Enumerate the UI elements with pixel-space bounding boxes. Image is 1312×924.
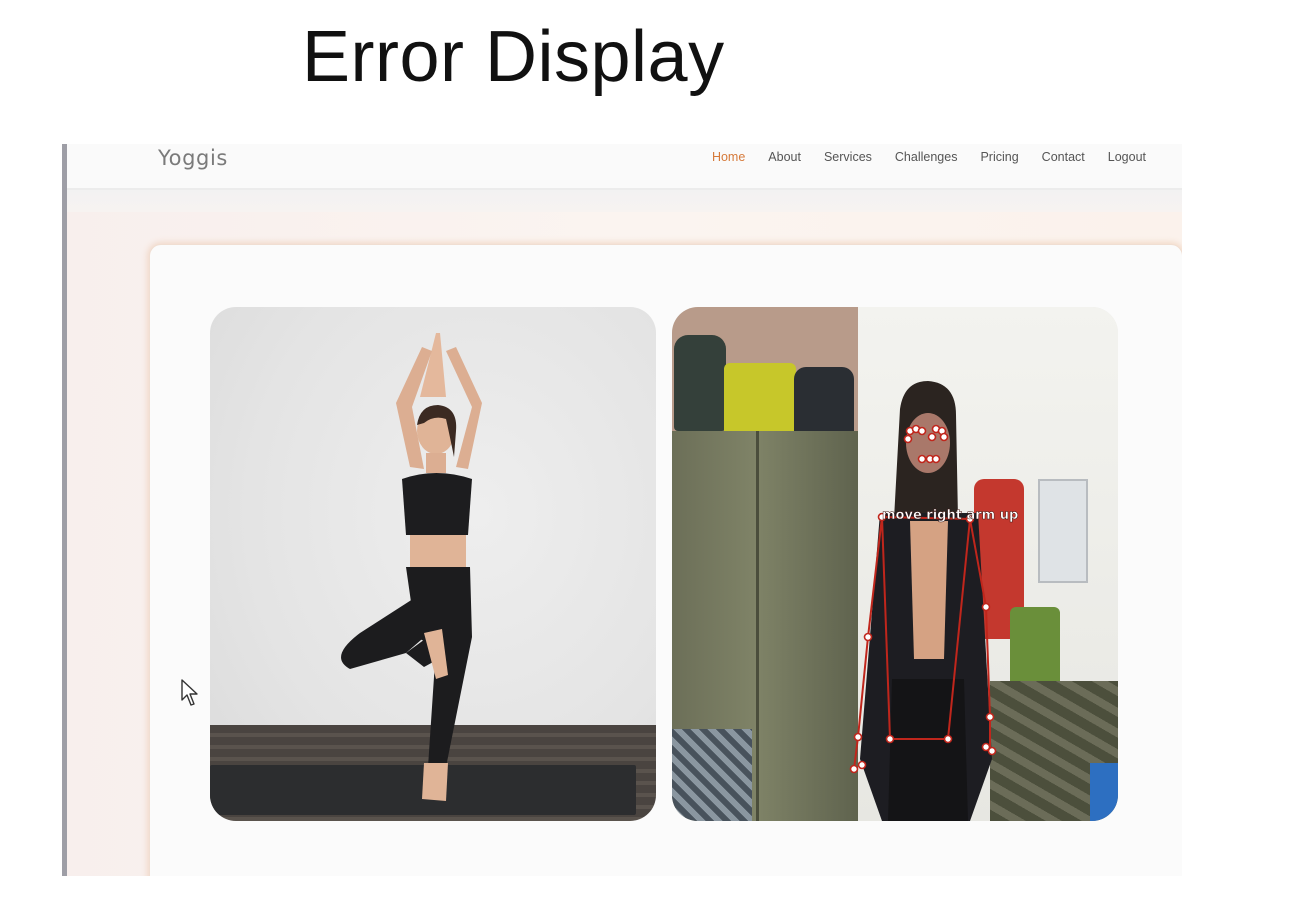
nav-item-home[interactable]: Home <box>712 150 745 164</box>
slide-title: Error Display <box>302 17 725 97</box>
nav-item-contact[interactable]: Contact <box>1042 150 1085 164</box>
window-edge <box>62 144 67 876</box>
slide: Error Display Yoggis Home About Services… <box>0 0 1312 924</box>
pose-comparison-card: move right arm up <box>149 244 1182 876</box>
nav-item-services[interactable]: Services <box>824 150 872 164</box>
nav-item-about[interactable]: About <box>768 150 801 164</box>
nav-shadow-band <box>67 190 1182 212</box>
top-navbar: Yoggis Home About Services Challenges Pr… <box>67 144 1182 190</box>
yoga-woman-figure <box>341 333 482 801</box>
pose-skeleton-overlay: move right arm up <box>849 424 1019 774</box>
reference-pose-image <box>210 307 656 821</box>
brand-logo[interactable]: Yoggis <box>158 146 228 170</box>
webcam-feed-image: move right arm up <box>672 307 1118 821</box>
nav-item-pricing[interactable]: Pricing <box>980 150 1018 164</box>
mouse-cursor-icon <box>181 679 198 706</box>
pose-feedback-text: move right arm up <box>882 508 1018 523</box>
nav-item-logout[interactable]: Logout <box>1108 150 1146 164</box>
app-screenshot: Yoggis Home About Services Challenges Pr… <box>62 144 1182 876</box>
nav-item-challenges[interactable]: Challenges <box>895 150 958 164</box>
nav-menu: Home About Services Challenges Pricing C… <box>712 150 1146 164</box>
